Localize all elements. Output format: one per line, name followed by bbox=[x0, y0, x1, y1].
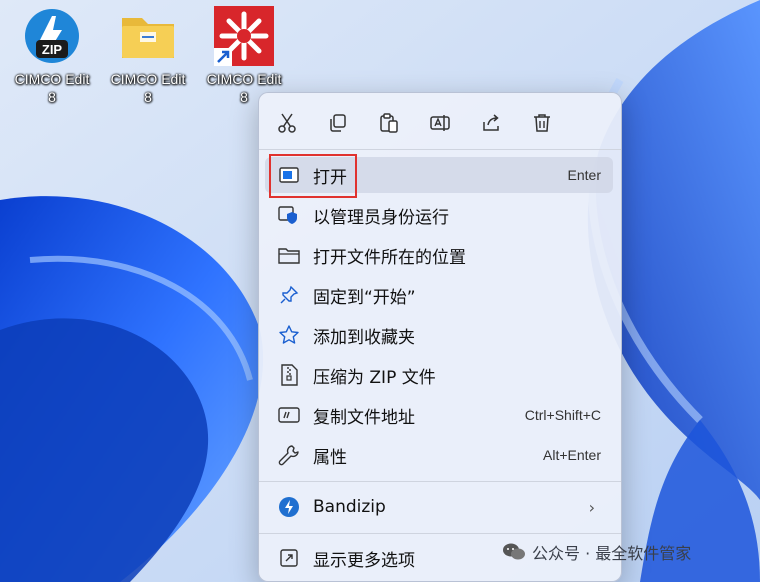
paste-icon bbox=[380, 113, 398, 133]
annotation-highlight-box bbox=[269, 154, 357, 198]
wechat-icon bbox=[503, 543, 525, 560]
share-button[interactable] bbox=[471, 105, 511, 141]
pin-icon bbox=[275, 284, 303, 306]
watermark-text: 公众号 · 最全软件管家 bbox=[532, 544, 692, 563]
menu-item-label: Bandizip bbox=[313, 497, 386, 517]
desktop-icon-label: CIMCO Edit 8 bbox=[14, 71, 90, 105]
rename-button[interactable] bbox=[420, 105, 460, 141]
quick-action-bar bbox=[267, 105, 607, 141]
delete-button[interactable] bbox=[522, 105, 562, 141]
zip-badge-text: ZIP bbox=[42, 42, 63, 57]
menu-item-shortcut: Enter bbox=[567, 167, 601, 183]
zip-archive-icon: ZIP bbox=[22, 6, 82, 66]
menu-item-shortcut: Alt+Enter bbox=[543, 447, 601, 463]
menu-item-bandizip[interactable]: Bandizip › bbox=[265, 489, 613, 525]
copy-button[interactable] bbox=[318, 105, 358, 141]
zip-file-icon bbox=[275, 364, 303, 386]
copy-path-icon bbox=[275, 404, 303, 426]
desktop-icon-label: CIMCO Edit 8 bbox=[110, 71, 186, 105]
desktop-icon-cimco-zip[interactable]: ZIP CIMCO Edit 8 bbox=[4, 6, 100, 106]
watermark: 公众号 · 最全软件管家 bbox=[502, 540, 691, 564]
folder-icon bbox=[118, 6, 178, 66]
desktop-icon-cimco-folder[interactable]: CIMCO Edit 8 bbox=[100, 6, 196, 106]
cut-icon bbox=[278, 113, 296, 133]
menu-separator bbox=[259, 481, 621, 482]
menu-item-pin-to-start[interactable]: 固定到“开始” bbox=[265, 277, 613, 313]
menu-item-shortcut: Ctrl+Shift+C bbox=[524, 407, 601, 423]
menu-item-label: 压缩为 ZIP 文件 bbox=[313, 367, 436, 388]
rename-icon bbox=[430, 115, 450, 131]
admin-shield-icon bbox=[275, 204, 303, 226]
expand-icon bbox=[275, 547, 303, 569]
menu-item-run-as-admin[interactable]: 以管理员身份运行 bbox=[265, 197, 613, 233]
cimco-app-icon bbox=[214, 6, 274, 66]
menu-item-compress-zip[interactable]: 压缩为 ZIP 文件 bbox=[265, 357, 613, 393]
menu-item-properties[interactable]: 属性 Alt+Enter bbox=[265, 437, 613, 473]
menu-separator bbox=[259, 533, 621, 534]
menu-item-open-file-location[interactable]: 打开文件所在的位置 bbox=[265, 237, 613, 273]
desktop-icon-cimco-shortcut[interactable]: CIMCO Edit 8 bbox=[196, 6, 292, 106]
menu-separator bbox=[259, 149, 621, 150]
copy-icon bbox=[330, 114, 346, 132]
menu-item-label: 打开文件所在的位置 bbox=[313, 247, 466, 268]
menu-item-copy-file-path[interactable]: 复制文件地址 Ctrl+Shift+C bbox=[265, 397, 613, 433]
cut-button[interactable] bbox=[267, 105, 307, 141]
menu-item-add-to-favorites[interactable]: 添加到收藏夹 bbox=[265, 317, 613, 353]
menu-item-label: 复制文件地址 bbox=[313, 407, 415, 428]
wrench-icon bbox=[275, 444, 303, 466]
star-icon bbox=[275, 324, 303, 346]
chevron-right-icon: › bbox=[588, 497, 595, 517]
paste-button[interactable] bbox=[369, 105, 409, 141]
folder-outline-icon bbox=[275, 244, 303, 266]
menu-item-label: 显示更多选项 bbox=[313, 550, 415, 571]
menu-item-label: 以管理员身份运行 bbox=[313, 207, 449, 228]
menu-item-label: 固定到“开始” bbox=[313, 287, 416, 308]
share-icon bbox=[483, 114, 499, 131]
menu-item-label: 属性 bbox=[313, 447, 347, 468]
delete-icon bbox=[534, 114, 550, 132]
menu-item-label: 添加到收藏夹 bbox=[313, 327, 415, 348]
bandizip-icon bbox=[275, 496, 303, 518]
